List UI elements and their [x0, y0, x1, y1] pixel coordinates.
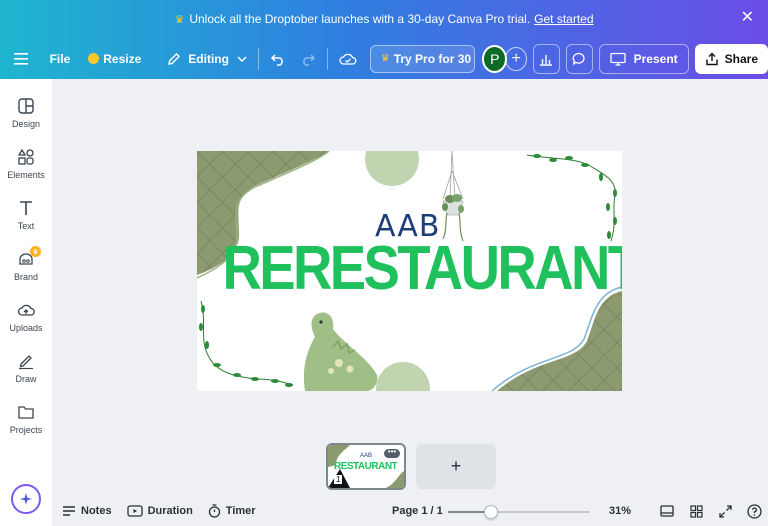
- page-number: 1: [334, 475, 343, 484]
- vine-bottom-left: [199, 300, 293, 387]
- sage-circle: [365, 151, 419, 186]
- plus-icon: +: [450, 456, 462, 476]
- undo-button[interactable]: [263, 45, 293, 73]
- text-icon: [20, 201, 32, 215]
- sidebar-item-uploads[interactable]: Uploads: [0, 297, 52, 343]
- resize-label: Resize: [103, 51, 142, 66]
- notes-button[interactable]: Notes: [62, 505, 112, 517]
- add-collaborator-button[interactable]: +: [505, 46, 527, 71]
- crown-icon: ♛: [380, 53, 390, 64]
- close-icon[interactable]: ✕: [741, 10, 754, 26]
- menu-button[interactable]: [0, 45, 43, 73]
- notes-icon: [63, 506, 75, 516]
- share-label: Share: [724, 51, 759, 66]
- sparkle-icon: [20, 493, 32, 505]
- duration-label: Duration: [147, 505, 193, 517]
- design-icon: [18, 98, 34, 114]
- file-menu-button[interactable]: File: [43, 45, 78, 73]
- undo-icon: [270, 53, 283, 66]
- play-rect-icon: [126, 505, 143, 517]
- notes-view-icon[interactable]: [659, 503, 675, 519]
- more-options-button[interactable]: •••: [384, 448, 400, 458]
- bar-chart-icon: [540, 54, 553, 66]
- thumbnail-subtitle: AAB: [360, 453, 373, 459]
- toolbar-divider: [326, 47, 328, 70]
- cloud-save-button[interactable]: [332, 45, 364, 73]
- sidebar-item-label: Design: [11, 119, 40, 129]
- lattice-shape-bottom-right: [497, 291, 622, 391]
- hamburger-icon: [14, 52, 29, 65]
- insights-button[interactable]: [532, 43, 560, 74]
- notes-label: Notes: [81, 505, 112, 517]
- redo-icon: [303, 53, 315, 66]
- crown-icon: ♛: [30, 246, 41, 257]
- page-thumbnail[interactable]: AAB RESTAURANT ••• 1: [326, 443, 406, 490]
- comment-icon: [572, 52, 585, 65]
- fullscreen-icon[interactable]: [717, 503, 733, 519]
- promo-banner: ♛ Unlock all the Droptober launches with…: [0, 0, 768, 38]
- comments-button[interactable]: [565, 43, 593, 74]
- crown-icon: [88, 53, 100, 64]
- magic-assistant-button[interactable]: [11, 484, 41, 514]
- help-icon[interactable]: [746, 503, 762, 519]
- sidebar-item-text[interactable]: Text: [0, 195, 52, 241]
- sidebar-item-elements[interactable]: Elements: [0, 144, 52, 190]
- sidebar-item-brand[interactable]: ♛ Brand: [0, 246, 52, 292]
- banner-text: Unlock all the Droptober launches with a…: [189, 12, 531, 26]
- design-page[interactable]: AAB RERESTAURANT: [197, 151, 622, 391]
- bottom-bar: Notes Duration Timer Page 1 / 1 31%: [52, 496, 768, 526]
- sidebar-item-draw[interactable]: Draw: [0, 348, 52, 394]
- projects-icon: [18, 406, 34, 419]
- dinosaur-illustration: [303, 312, 378, 391]
- zoom-slider-handle[interactable]: [484, 505, 498, 519]
- sidebar-item-design[interactable]: Design: [0, 93, 52, 139]
- zoom-slider[interactable]: [448, 505, 590, 519]
- plus-icon: +: [511, 49, 521, 67]
- share-button[interactable]: Share: [694, 43, 768, 74]
- sidebar-item-label: Elements: [7, 170, 45, 180]
- resize-button[interactable]: Resize: [81, 45, 148, 73]
- try-pro-button[interactable]: ♛ Try Pro for 30 ...: [369, 44, 476, 73]
- sidebar-item-label: Draw: [15, 374, 37, 384]
- avatar[interactable]: P: [482, 44, 508, 73]
- duration-button[interactable]: Duration: [126, 505, 193, 517]
- editing-mode-button[interactable]: Editing: [160, 45, 254, 73]
- add-page-button[interactable]: +: [416, 444, 496, 489]
- sidebar-item-label: Projects: [9, 425, 43, 435]
- present-label: Present: [633, 51, 678, 66]
- grid-view-icon[interactable]: [688, 503, 704, 519]
- get-started-link[interactable]: Get started: [534, 12, 593, 26]
- try-pro-label: Try Pro for 30 ...: [393, 51, 474, 66]
- draw-icon: [19, 355, 33, 370]
- sidebar-item-label: Brand: [13, 272, 39, 282]
- thumbnail-title: RESTAURANT: [334, 461, 398, 472]
- uploads-icon: [17, 304, 35, 316]
- sidebar-item-label: Uploads: [9, 323, 43, 333]
- sage-circle: [376, 362, 430, 391]
- vine-top-right: [526, 154, 617, 242]
- cloud-check-icon: [339, 53, 357, 65]
- timer-button[interactable]: Timer: [208, 504, 256, 518]
- timer-icon: [208, 504, 220, 518]
- sidebar-item-label: Text: [17, 221, 35, 231]
- page-indicator[interactable]: Page 1 / 1: [392, 505, 443, 517]
- top-toolbar: File Resize Editing ♛ Try Pro for 30 ...…: [0, 38, 768, 79]
- zoom-level[interactable]: 31%: [609, 505, 631, 517]
- redo-button[interactable]: [293, 45, 323, 73]
- crown-icon: ♛: [174, 13, 185, 26]
- sidebar-item-projects[interactable]: Projects: [0, 399, 52, 445]
- chevron-down-icon: [237, 55, 247, 62]
- left-sidebar: Design Elements Text ♛ Brand Uploads Dra…: [0, 79, 52, 526]
- timer-label: Timer: [225, 505, 256, 517]
- editing-label: Editing: [188, 51, 229, 66]
- share-icon: [705, 52, 718, 65]
- hanging-plant: [442, 151, 464, 242]
- toolbar-divider: [257, 47, 259, 70]
- pencil-icon: [168, 52, 181, 65]
- design-title[interactable]: RERESTAURANT: [223, 233, 623, 304]
- elements-icon: [17, 148, 34, 165]
- present-button[interactable]: Present: [598, 43, 689, 74]
- present-icon: [609, 52, 626, 66]
